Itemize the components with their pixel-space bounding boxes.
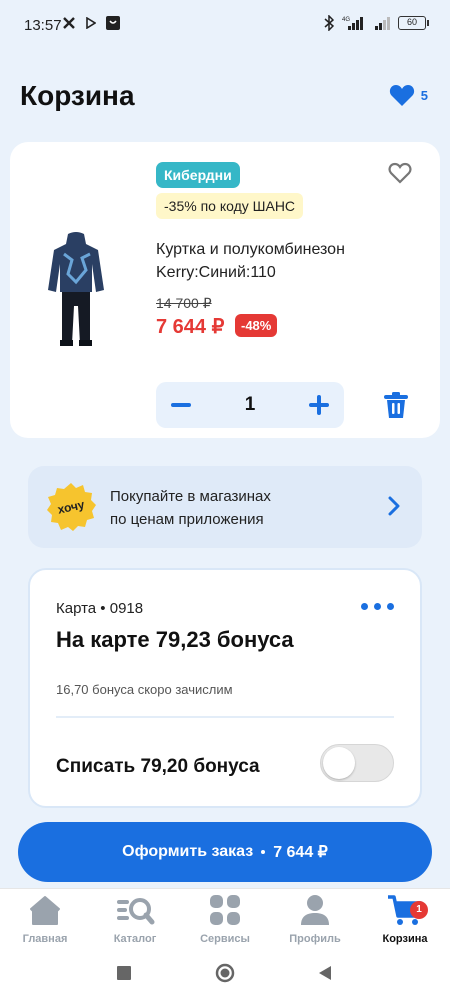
old-price: 14 700 ₽ [156,295,212,311]
status-left-icons [62,16,120,30]
new-price: 7 644 ₽ [156,316,225,338]
chevron-right-icon [388,496,400,516]
promo-tag: Кибердни [156,162,240,188]
nav-label-profile: Профиль [289,933,341,945]
signal-icon: 4G [342,17,363,30]
tools-icon [63,17,75,29]
checkout-button[interactable]: Оформить заказ 7 644 ₽ [18,822,432,882]
trash-icon[interactable] [384,392,408,418]
heart-icon [389,85,414,106]
cart-count-badge: 1 [410,901,428,919]
svg-text:4G: 4G [342,17,350,23]
bottom-nav: Главная Каталог Сервисы Профиль 1 Корзин… [0,888,450,948]
checkout-separator [261,850,266,854]
store-prices-banner[interactable]: хочу Покупайте в магазинах по ценам прил… [28,466,422,548]
bonus-write-off-toggle[interactable] [320,744,394,782]
catalog-search-icon [117,898,155,925]
more-options-icon[interactable] [361,603,394,610]
nav-label-home: Главная [22,933,68,945]
product-name-line1: Куртка и полукомбинезон [156,241,345,258]
hochu-badge-icon: хочу [47,483,96,531]
bonus-pending: 16,70 бонуса скоро зачислим [56,682,233,697]
bonus-balance: На карте 79,23 бонуса [56,627,294,652]
profile-icon [301,895,329,925]
back-icon[interactable] [318,965,332,981]
discount-badge: -48% [235,314,278,337]
nav-label-catalog: Каталог [113,933,157,945]
nav-item-catalog[interactable]: Каталог [90,893,180,945]
signal-icon-2 [375,17,390,30]
plus-icon [309,395,329,415]
store-banner-line2: по ценам приложения [110,511,264,528]
promo-code-label: -35% по коду ШАНС [156,193,304,219]
store-banner-text: Покупайте в магазинах по ценам приложени… [110,485,271,531]
services-icon [210,895,240,925]
nav-item-cart[interactable]: 1 Корзина [360,893,450,945]
nav-item-home[interactable]: Главная [0,893,90,945]
toggle-knob [323,747,355,779]
status-right-icons: 4G 60 [324,15,429,31]
card-number-label: Карта • 0918 [56,600,144,617]
checkout-label: Оформить заказ [122,843,254,860]
home-circle-icon[interactable] [215,963,235,983]
recent-apps-icon[interactable] [117,966,131,980]
nav-label-services: Сервисы [200,933,250,945]
page-header: Корзина 5 [0,60,450,140]
shop-app-icon [106,16,120,30]
system-nav-bar [0,948,450,1000]
page-title: Корзина [20,80,135,111]
home-icon [30,896,60,925]
bonus-write-off-label: Списать 79,20 бонуса [56,756,260,777]
status-bar: 13:57 4G 60 [0,0,450,50]
nav-label-cart: Корзина [382,933,428,945]
play-icon [86,17,96,29]
battery-icon: 60 [398,16,429,30]
checkout-total: 7 644 ₽ [273,844,328,861]
product-image[interactable] [46,230,106,350]
favorite-outline-icon[interactable] [388,162,412,184]
nav-item-services[interactable]: Сервисы [180,893,270,945]
favorites-button[interactable]: 5 [389,84,428,107]
nav-item-profile[interactable]: Профиль [270,893,360,945]
cart-item-card: Кибердни -35% по коду ШАНС Куртка и полу… [10,142,440,438]
product-name[interactable]: Куртка и полукомбинезон Kerry:Синий:110 [156,238,396,284]
divider [56,716,394,718]
bonus-card: Карта • 0918 На карте 79,23 бонуса 16,70… [28,568,422,808]
status-time: 13:57 [24,17,62,34]
bluetooth-icon [324,15,334,31]
favorites-count: 5 [420,88,428,103]
product-name-line2: Kerry:Синий:110 [156,264,276,281]
quantity-increase-button[interactable] [304,382,334,428]
quantity-stepper: 1 [156,382,344,428]
store-banner-line1: Покупайте в магазинах [110,488,271,505]
